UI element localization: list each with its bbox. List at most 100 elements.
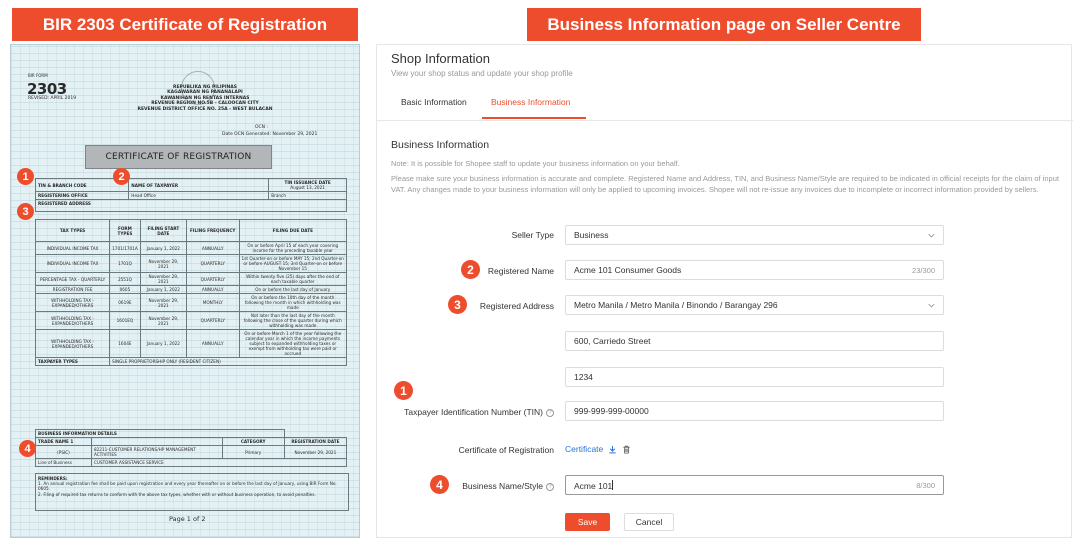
right-banner: Business Information page on Seller Cent…: [527, 8, 921, 41]
street-address-value: 600, Carriedo Street: [574, 336, 651, 346]
tax-row: WITHHOLDING TAX - EXPANDED/OTHERS 0619E No…: [34, 293, 348, 312]
street-address-input[interactable]: 600, Carriedo Street: [565, 331, 944, 351]
tax-cell: QUARTERLY: [186, 272, 240, 286]
accuracy-note: Please make sure your business informati…: [391, 174, 1059, 194]
registered-name-value: Acme 101 Consumer Goods: [574, 265, 682, 275]
registration-date-value: November 29, 2021: [283, 445, 348, 459]
tab-basic-information[interactable]: Basic Information: [401, 97, 467, 107]
annotation-badge: 1: [394, 381, 413, 400]
active-tab-indicator: [482, 117, 586, 119]
tax-cell: 1701Q: [109, 254, 141, 273]
save-button[interactable]: Save: [565, 513, 610, 531]
zip-code-input[interactable]: 1234: [565, 367, 944, 387]
category-value: Primary: [221, 445, 285, 459]
tax-cell: QUARTERLY: [186, 254, 240, 273]
business-details-table: BUSINESS INFORMATION DETAILS TRADE NAME …: [35, 429, 348, 467]
seller-centre-panel: Shop Information View your shop status a…: [376, 44, 1073, 538]
tax-col-header: FORM TYPES: [109, 219, 141, 242]
branch-label: Branch: [268, 191, 347, 200]
tax-cell: WITHHOLDING TAX - EXPANDED/OTHERS: [34, 329, 111, 358]
tax-rows: INDIVIDUAL INCOME TAX 1701/1701A January 1…: [34, 241, 348, 358]
business-name-label: Business Name/Style?: [462, 481, 554, 491]
annotation-badge: 4: [19, 440, 36, 457]
zip-code-value: 1234: [574, 372, 593, 382]
seller-type-select[interactable]: Business: [565, 225, 944, 245]
comparison-figure: BIR 2303 Certificate of Registration Bus…: [0, 0, 1080, 543]
tax-row: WITHHOLDING TAX - EXPANDED/OTHERS 1601EQ N…: [34, 311, 348, 330]
tax-cell: January 1, 2022: [139, 285, 188, 294]
annotation-badge: 2: [461, 260, 480, 279]
tax-row: INDIVIDUAL INCOME TAX 1701/1701A January 1…: [34, 241, 348, 255]
tax-cell: REGISTRATION FEE: [34, 285, 111, 294]
trash-icon[interactable]: [622, 445, 631, 454]
tax-cell: 2551Q: [109, 272, 141, 286]
tin-issuance-value: August 13, 2021: [290, 185, 325, 190]
text-caret: [612, 479, 614, 490]
certificate-file: Certificate: [565, 444, 631, 454]
tax-cell: ANNUALLY: [186, 329, 240, 358]
tax-col-header: FILING FREQUENCY: [186, 219, 240, 242]
help-icon[interactable]: ?: [546, 483, 554, 491]
business-name-label-text: Business Name/Style: [462, 481, 543, 491]
tax-cell: 1st Quarter-on or before MAY 15; 2nd Qua…: [238, 254, 348, 273]
ocn-date: Date OCN Generated: November 29, 2021: [222, 132, 318, 137]
tab-business-information[interactable]: Business Information: [491, 97, 570, 107]
tax-row: WITHHOLDING TAX - EXPANDED/OTHERS 1604E Ja…: [34, 329, 348, 358]
registered-address-label: REGISTERED ADDRESS: [35, 199, 347, 212]
trade-name-label: TRADE NAME 1: [35, 437, 92, 446]
section-title: Business Information: [391, 139, 490, 151]
left-banner: BIR 2303 Certificate of Registration: [12, 8, 358, 41]
tax-cell: WITHHOLDING TAX - EXPANDED/OTHERS: [34, 311, 111, 330]
tax-cell: On or before the last day of January: [238, 285, 348, 294]
business-name-counter: 8/300: [916, 480, 935, 490]
tax-cell: On or before April 15 of each year cover…: [238, 241, 348, 255]
tax-cell: 0605: [109, 285, 141, 294]
tax-cell: November 29, 2021: [139, 311, 188, 330]
business-name-input[interactable]: Acme 101 8/300: [565, 475, 944, 495]
staff-note: Note: It is possible for Shopee staff to…: [391, 159, 680, 168]
tax-cell: January 1, 2022: [139, 329, 188, 358]
tax-row: REGISTRATION FEE 0605 January 1, 2022 ANNUA…: [34, 285, 348, 294]
business-name-value: Acme 101: [574, 480, 613, 491]
tax-cell: 0619E: [109, 293, 141, 312]
tax-cell: 1701/1701A: [109, 241, 141, 255]
tin-input[interactable]: 999-999-999-00000: [565, 401, 944, 421]
reminder-item: 1. An annual registration fee shall be p…: [38, 481, 337, 492]
category-label: CATEGORY: [221, 437, 285, 446]
help-icon[interactable]: ?: [546, 409, 554, 417]
registered-name-counter: 23/300: [912, 265, 935, 275]
line-of-business-value: CUSTOMER ASSISTANCE SERVICE: [90, 458, 348, 467]
seller-type-value: Business: [574, 230, 609, 240]
tax-col-header: FILING START DATE: [139, 219, 188, 242]
tax-cell: INDIVIDUAL INCOME TAX: [34, 254, 111, 273]
tax-cell: November 29, 2021: [139, 254, 188, 273]
annotation-badge: 3: [448, 295, 467, 314]
name-of-taxpayer-label: NAME OF TAXPAYER: [128, 178, 270, 192]
registered-address-label: Registered Address: [479, 301, 554, 311]
business-details-label: BUSINESS INFORMATION DETAILS: [35, 429, 285, 438]
registered-address-select[interactable]: Metro Manila / Metro Manila / Binondo / …: [565, 295, 944, 315]
tax-cell: ANNUALLY: [186, 241, 240, 255]
tab-divider: [377, 120, 1073, 121]
tax-col-header: FILING DUE DATE: [238, 219, 348, 242]
cancel-button[interactable]: Cancel: [624, 513, 674, 531]
annotation-badge: 1: [17, 168, 34, 185]
download-icon[interactable]: [608, 445, 617, 454]
taxpayer-types-value: SINGLE PROPRIETORSHIP ONLY (RESIDENT CIT…: [109, 357, 347, 366]
certificate-link[interactable]: Certificate: [565, 444, 603, 454]
tax-cell: Within twenty five (25) days after the e…: [238, 272, 348, 286]
annotation-badge: 3: [17, 203, 34, 220]
tax-col-header: TAX TYPES: [34, 219, 111, 242]
taxpayer-header-table: TIN & BRANCH CODE NAME OF TAXPAYER TIN I…: [34, 178, 347, 212]
page-title: Shop Information: [391, 51, 491, 66]
chevron-down-icon: [928, 233, 935, 238]
chevron-down-icon: [928, 303, 935, 308]
tax-cell: PERCENTAGE TAX - QUARTERLY: [34, 272, 111, 286]
reminder-item: 2. Filing of required tax returns to con…: [38, 491, 316, 497]
registered-name-input[interactable]: Acme 101 Consumer Goods 23/300: [565, 260, 944, 280]
tax-cell: INDIVIDUAL INCOME TAX: [34, 241, 111, 255]
page-subtitle: View your shop status and update your sh…: [391, 69, 573, 78]
registration-date-label: REGISTRATION DATE: [283, 437, 348, 446]
tax-row: PERCENTAGE TAX - QUARTERLY 2551Q November …: [34, 272, 348, 286]
head-office-label: Head Office: [128, 191, 270, 200]
